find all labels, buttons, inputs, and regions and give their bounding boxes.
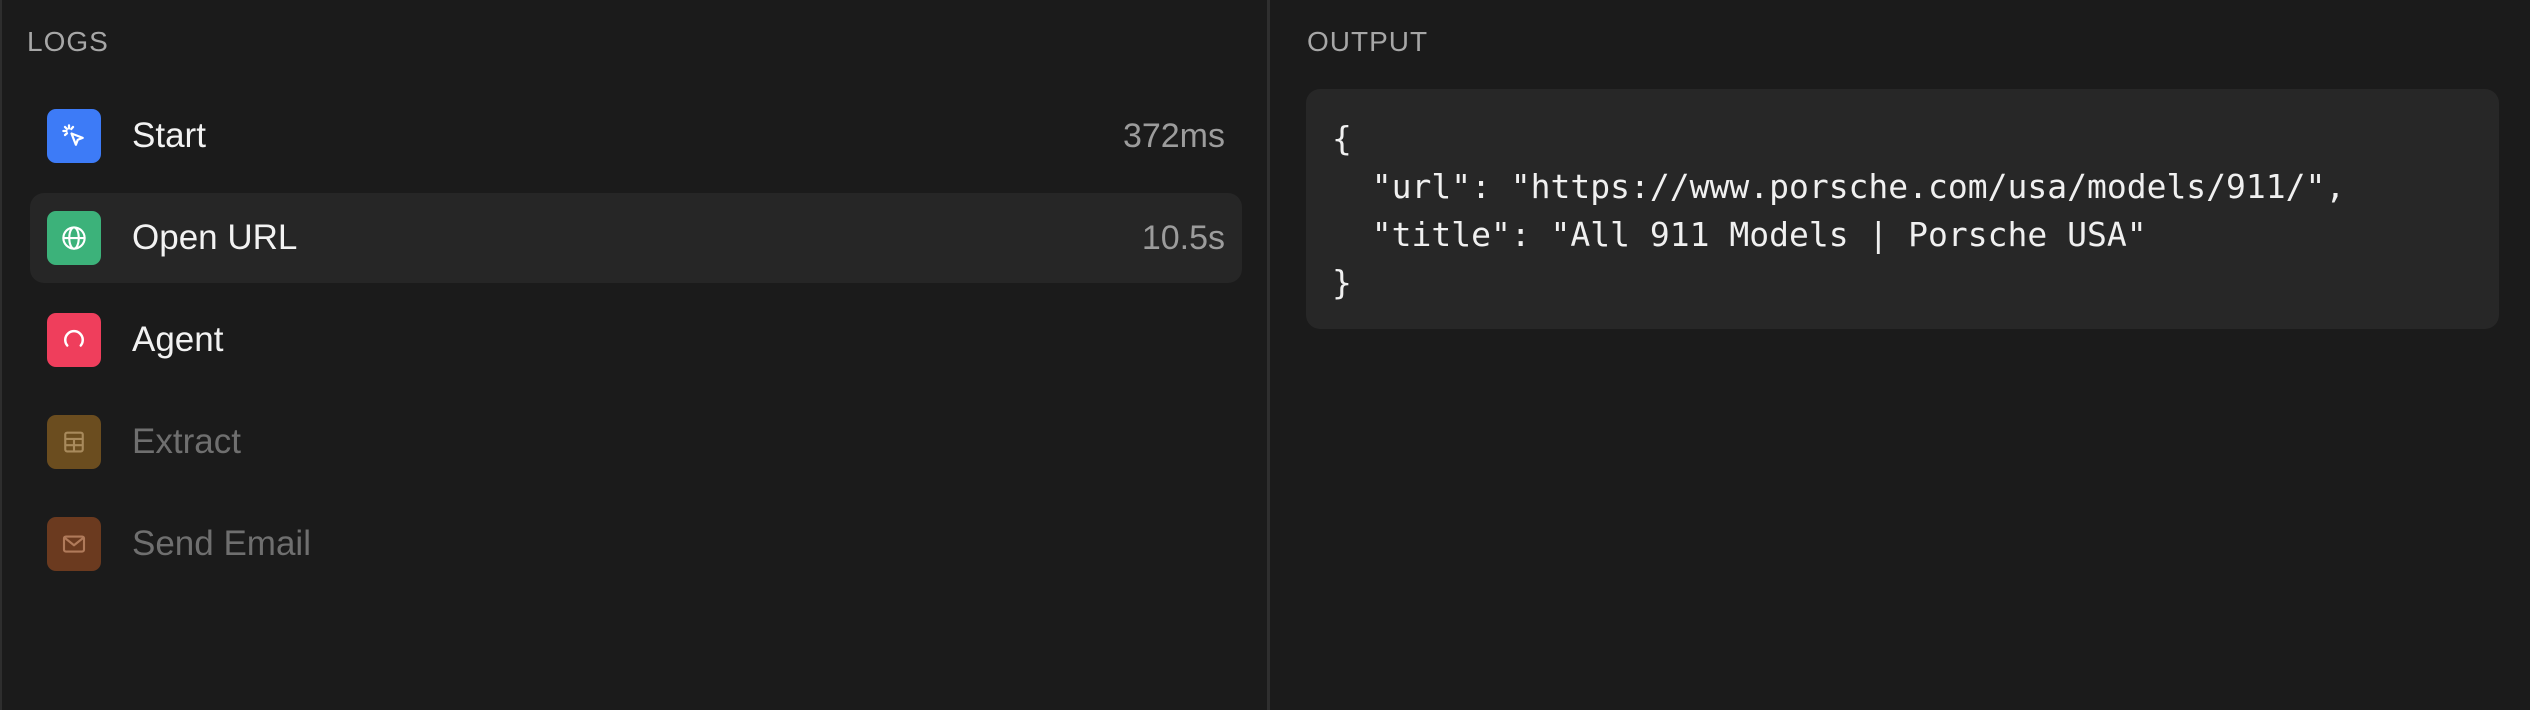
cursor-click-icon bbox=[47, 109, 101, 163]
globe-icon bbox=[47, 211, 101, 265]
log-label: Agent bbox=[132, 320, 224, 359]
output-json-block: { "url": "https://www.porsche.com/usa/mo… bbox=[1306, 89, 2499, 329]
output-title: OUTPUT bbox=[1307, 26, 1429, 57]
log-item-open-url[interactable]: Open URL 10.5s bbox=[30, 193, 1242, 283]
log-label: Extract bbox=[132, 422, 241, 461]
log-duration: 372ms bbox=[1122, 117, 1225, 155]
log-item-extract[interactable]: Extract bbox=[30, 397, 1242, 487]
workflow-run-view: LOGS Start 372ms Open URL 10.5s Agent Ex… bbox=[0, 0, 2530, 710]
logs-panel: LOGS Start 372ms Open URL 10.5s Agent Ex… bbox=[0, 0, 1266, 710]
output-json-text: { "url": "https://www.porsche.com/usa/mo… bbox=[1332, 119, 2346, 302]
spinner-icon bbox=[47, 313, 101, 367]
log-label: Open URL bbox=[132, 218, 298, 257]
log-item-agent[interactable]: Agent bbox=[30, 295, 1242, 385]
output-panel: OUTPUT { "url": "https://www.porsche.com… bbox=[1270, 0, 2530, 710]
logs-title: LOGS bbox=[27, 26, 109, 57]
log-label: Send Email bbox=[132, 524, 311, 563]
log-label: Start bbox=[132, 116, 206, 155]
log-duration: 10.5s bbox=[1141, 219, 1225, 257]
log-item-send-email[interactable]: Send Email bbox=[30, 499, 1242, 589]
mail-icon bbox=[47, 517, 101, 571]
log-item-start[interactable]: Start 372ms bbox=[30, 91, 1242, 181]
table-icon bbox=[47, 415, 101, 469]
